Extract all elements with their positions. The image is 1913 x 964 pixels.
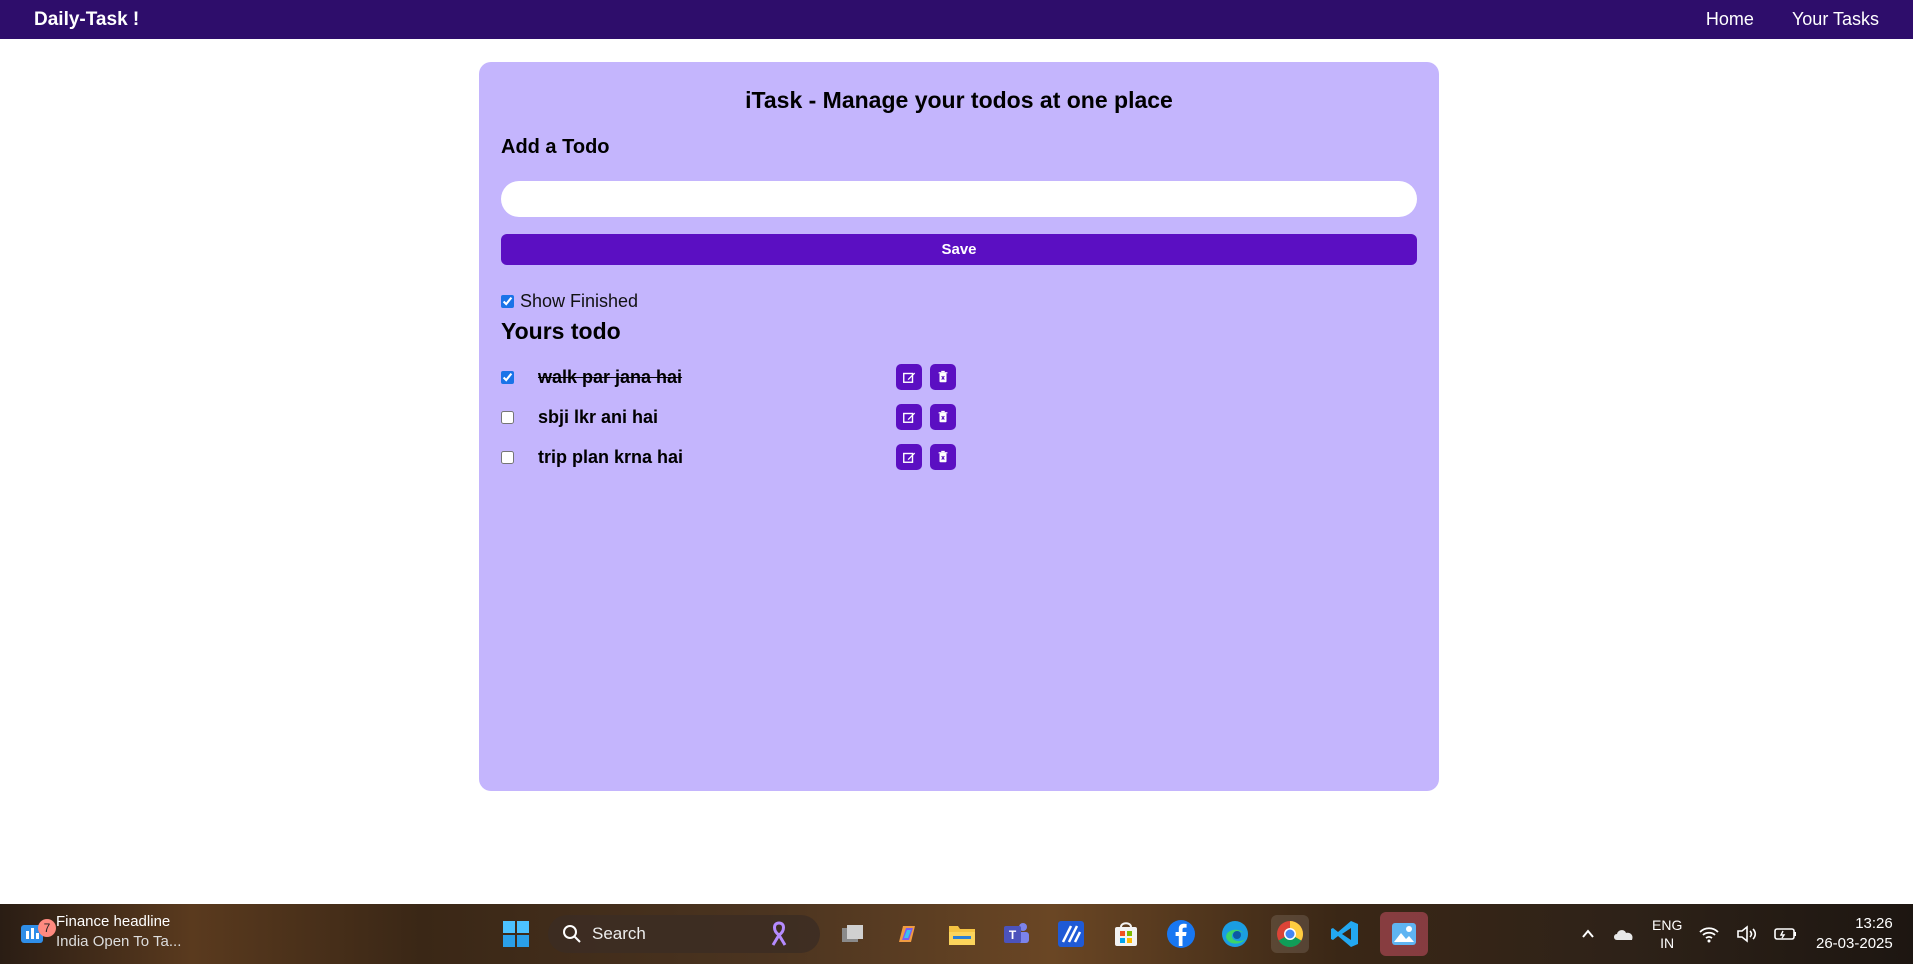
news-icon: 7 <box>18 917 56 947</box>
show-finished-checkbox[interactable] <box>501 295 514 308</box>
delete-button[interactable] <box>930 364 956 390</box>
search-label: Search <box>592 924 646 943</box>
teams-icon[interactable]: T <box>997 915 1035 953</box>
clock-time: 13:26 <box>1855 915 1893 932</box>
task-view-icon[interactable] <box>834 915 872 953</box>
onedrive-icon[interactable] <box>1612 926 1636 942</box>
todo-actions <box>896 364 956 390</box>
editor-app-icon[interactable] <box>1052 915 1090 953</box>
nav-link-home[interactable]: Home <box>1706 9 1754 30</box>
news-text: Finance headline India Open To Ta... <box>56 912 181 952</box>
show-finished-label: Show Finished <box>520 291 639 311</box>
todo-item: sbji lkr ani hai <box>501 397 1417 437</box>
clock[interactable]: 13:26 26-03-2025 <box>1816 914 1893 954</box>
windows-start-icon[interactable] <box>497 915 535 953</box>
show-finished-toggle[interactable]: Show Finished <box>501 291 1417 312</box>
copilot-icon[interactable] <box>888 915 926 953</box>
edit-button[interactable] <box>896 364 922 390</box>
news-title: Finance headline <box>56 913 171 930</box>
todo-checkbox[interactable] <box>501 370 514 384</box>
news-badge: 7 <box>38 919 56 937</box>
page-title: iTask - Manage your todos at one place <box>745 87 1173 113</box>
clock-date: 26-03-2025 <box>1816 935 1893 952</box>
chevron-up-icon[interactable] <box>1580 926 1596 942</box>
news-subtitle: India Open To Ta... <box>56 933 182 950</box>
todo-list-heading: Yours todo <box>501 318 621 344</box>
todo-item: trip plan krna hai <box>501 437 1417 477</box>
todo-actions <box>896 404 956 430</box>
edge-icon[interactable] <box>1216 915 1254 953</box>
language-indicator[interactable]: ENG IN <box>1652 916 1682 952</box>
svg-text:T: T <box>1009 928 1017 942</box>
region-code: IN <box>1660 935 1675 951</box>
trash-icon <box>938 450 948 463</box>
edit-button[interactable] <box>896 404 922 430</box>
todo-card: iTask - Manage your todos at one place A… <box>479 62 1439 791</box>
taskbar-search[interactable]: Search <box>548 915 820 953</box>
trash-icon <box>938 370 948 383</box>
delete-button[interactable] <box>930 444 956 470</box>
todo-item: walk par jana hai <box>501 357 1417 397</box>
microsoft-store-icon[interactable] <box>1107 915 1145 953</box>
edit-icon <box>903 452 916 463</box>
taskbar: 7 Finance headline India Open To Ta... S… <box>0 904 1913 964</box>
file-explorer-icon[interactable] <box>943 915 981 953</box>
edit-icon <box>903 372 916 383</box>
volume-icon[interactable] <box>1736 925 1758 943</box>
trash-icon <box>938 410 948 423</box>
battery-icon[interactable] <box>1774 926 1798 942</box>
search-icon <box>563 925 581 943</box>
todo-text: trip plan krna hai <box>538 446 684 467</box>
todo-list: walk par jana hai sbji lkr ani hai trip … <box>501 357 1417 477</box>
todo-text: sbji lkr ani hai <box>538 406 659 427</box>
chrome-icon[interactable] <box>1271 915 1309 953</box>
edit-button[interactable] <box>896 444 922 470</box>
todo-checkbox[interactable] <box>501 450 514 464</box>
todo-input[interactable] <box>501 181 1417 217</box>
todo-checkbox[interactable] <box>501 410 514 424</box>
wifi-icon[interactable] <box>1698 925 1720 943</box>
ribbon-icon <box>771 921 787 946</box>
language-code: ENG <box>1652 917 1683 933</box>
vscode-icon[interactable] <box>1326 915 1364 953</box>
brand-logo[interactable]: Daily-Task ! <box>34 9 139 31</box>
nav-link-your-tasks[interactable]: Your Tasks <box>1792 9 1879 30</box>
facebook-icon[interactable] <box>1162 915 1200 953</box>
nav-links: Home Your Tasks <box>1706 9 1879 30</box>
todo-text: walk par jana hai <box>538 366 683 387</box>
navbar: Daily-Task ! Home Your Tasks <box>0 0 1913 39</box>
todo-actions <box>896 444 956 470</box>
news-widget[interactable]: 7 Finance headline India Open To Ta... <box>18 912 181 952</box>
delete-button[interactable] <box>930 404 956 430</box>
system-tray: ENG IN <box>1580 904 1798 964</box>
edit-icon <box>903 412 916 423</box>
add-todo-heading: Add a Todo <box>501 136 610 158</box>
photos-icon[interactable] <box>1380 912 1428 956</box>
save-button[interactable]: Save <box>501 234 1417 265</box>
